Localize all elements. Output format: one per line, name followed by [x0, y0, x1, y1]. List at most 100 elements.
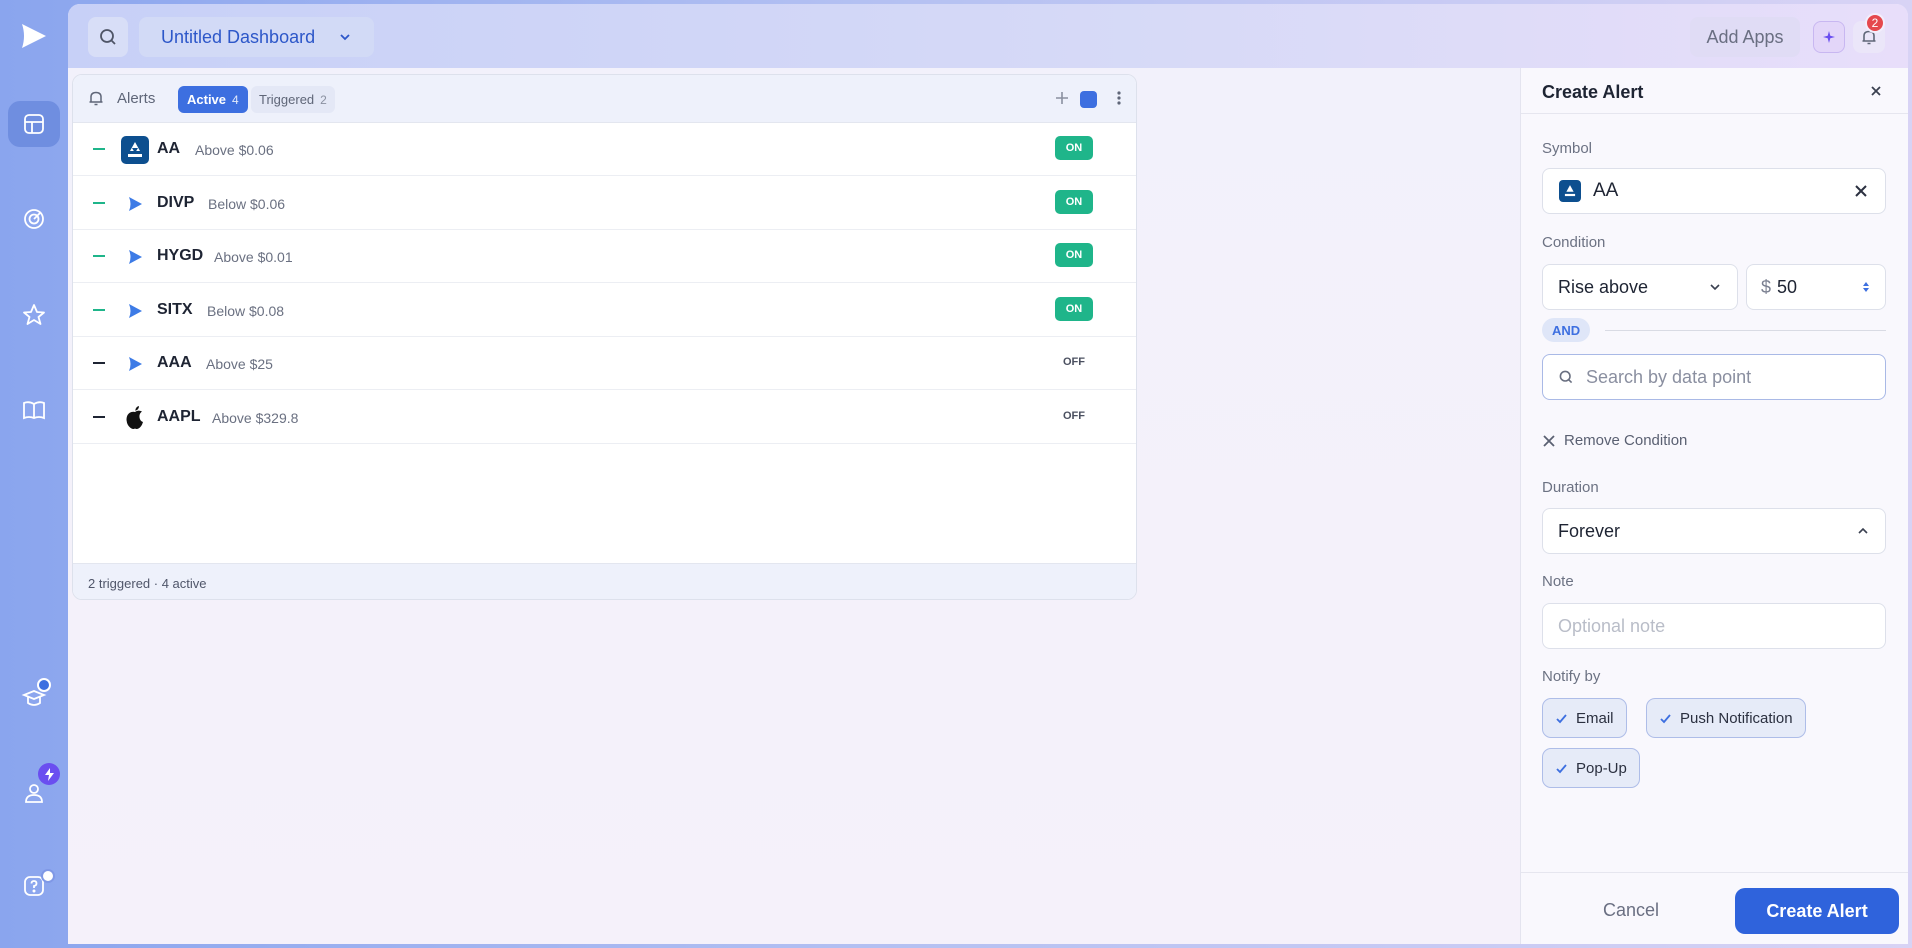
add-alert-icon[interactable] — [1053, 89, 1071, 107]
table-row[interactable]: AAA Above $25 OFF — [73, 337, 1136, 390]
chevron-down-icon — [340, 34, 350, 41]
note-placeholder: Optional note — [1558, 615, 1666, 636]
alerts-title: Alerts — [117, 90, 156, 107]
dashboard-name: Untitled Dashboard — [161, 26, 316, 47]
play-logo-icon — [121, 190, 149, 218]
row-condition: Above $25 — [206, 356, 273, 372]
chip-label: Pop-Up — [1576, 759, 1627, 777]
stepper-icon[interactable] — [1861, 280, 1871, 294]
note-input[interactable]: Optional note — [1542, 603, 1886, 649]
play-logo-icon — [121, 297, 149, 325]
row-symbol: AA — [157, 140, 181, 157]
add-apps-button[interactable]: Add Apps — [1690, 17, 1800, 57]
notify-popup-chip[interactable]: Pop-Up — [1542, 748, 1640, 788]
threshold-input[interactable]: $ 50 — [1746, 264, 1886, 310]
row-symbol: DIVP — [157, 194, 195, 211]
row-condition: Below $0.08 — [207, 303, 285, 319]
status-toggle[interactable]: OFF — [1055, 404, 1093, 428]
search-placeholder: Search by data point — [1586, 366, 1752, 387]
threshold-value: 50 — [1777, 276, 1798, 297]
row-symbol: SITX — [157, 301, 193, 318]
radar-nav-button[interactable] — [8, 196, 60, 242]
status-toggle[interactable]: ON — [1055, 243, 1093, 267]
academy-indicator-dot — [37, 678, 51, 692]
radar-icon — [24, 209, 44, 229]
duration-label: Duration — [1542, 479, 1599, 496]
notify-email-chip[interactable]: Email — [1542, 698, 1627, 738]
check-icon — [1660, 713, 1671, 723]
currency-symbol: $ — [1761, 276, 1772, 297]
row-condition: Above $329.8 — [212, 410, 299, 426]
condition-value: Rise above — [1558, 276, 1649, 297]
tab-count: 4 — [232, 92, 239, 107]
duration-select[interactable]: Forever — [1542, 508, 1886, 554]
app-logo-icon[interactable] — [18, 20, 48, 52]
academy-nav-button[interactable] — [8, 675, 60, 721]
remove-condition-button[interactable]: Remove Condition — [1542, 432, 1687, 449]
create-alert-drawer: Create Alert Symbol AA Condition Rise ab… — [1520, 68, 1908, 944]
bell-icon — [89, 91, 103, 106]
global-search-button[interactable] — [88, 17, 128, 57]
check-icon — [1556, 713, 1567, 723]
color-tag-button[interactable] — [1080, 91, 1097, 108]
chip-label: Email — [1576, 709, 1614, 727]
dashboard-selector[interactable]: Untitled Dashboard — [139, 17, 374, 57]
book-icon — [23, 401, 45, 420]
tab-label: Triggered — [259, 92, 315, 107]
learn-nav-button[interactable] — [8, 387, 60, 433]
tab-active[interactable]: Active 4 — [178, 86, 248, 113]
table-row[interactable]: AA Above $0.06 ON — [73, 123, 1136, 176]
active-indicator — [93, 309, 105, 311]
divider — [1521, 872, 1908, 873]
chip-label: Push Notification — [1680, 709, 1793, 727]
chevron-down-icon — [1710, 284, 1720, 291]
and-operator-badge[interactable]: AND — [1542, 318, 1591, 342]
active-indicator — [93, 148, 105, 150]
table-row[interactable]: AAPL Above $329.8 OFF — [73, 391, 1136, 444]
row-symbol: AAPL — [157, 408, 201, 425]
status-toggle[interactable]: ON — [1055, 190, 1093, 214]
left-rail — [0, 0, 68, 948]
tab-label: Active — [187, 92, 227, 107]
search-icon — [1559, 370, 1573, 384]
help-indicator-dot — [41, 869, 55, 883]
sparkle-icon — [1823, 31, 1835, 43]
clear-symbol-icon[interactable] — [1853, 183, 1869, 199]
alcoa-logo-icon — [1559, 180, 1581, 202]
table-row[interactable]: SITX Below $0.08 ON — [73, 284, 1136, 337]
top-bar: Untitled Dashboard Add Apps 2 — [68, 4, 1908, 68]
alerts-summary: 2 triggered · 4 active — [73, 563, 1136, 599]
row-symbol: HYGD — [157, 247, 204, 264]
create-alert-button[interactable]: Create Alert — [1735, 888, 1899, 934]
ai-assistant-button[interactable] — [1813, 21, 1845, 53]
tab-triggered[interactable]: Triggered 2 — [251, 86, 335, 113]
close-icon[interactable] — [1869, 84, 1883, 98]
status-toggle[interactable]: ON — [1055, 297, 1093, 321]
symbol-value: AA — [1593, 180, 1619, 201]
lightning-badge-icon — [38, 763, 60, 785]
table-row[interactable]: DIVP Below $0.06 ON — [73, 177, 1136, 230]
dashboards-nav-button[interactable] — [8, 101, 60, 147]
active-indicator — [93, 202, 105, 204]
search-icon — [100, 29, 116, 45]
watchlist-nav-button[interactable] — [8, 292, 60, 338]
symbol-field[interactable]: AA — [1542, 168, 1886, 214]
cancel-button[interactable]: Cancel — [1591, 888, 1671, 932]
notify-push-chip[interactable]: Push Notification — [1646, 698, 1806, 738]
status-toggle[interactable]: OFF — [1055, 350, 1093, 374]
user-icon — [25, 784, 43, 803]
play-logo-icon — [121, 243, 149, 271]
apple-logo-icon — [121, 404, 149, 432]
drawer-title: Create Alert — [1542, 82, 1644, 102]
remove-condition-label: Remove Condition — [1564, 432, 1688, 449]
star-icon — [23, 304, 45, 325]
more-options-icon[interactable] — [1109, 88, 1129, 108]
data-point-search-input[interactable]: Search by data point — [1542, 354, 1886, 400]
status-toggle[interactable]: ON — [1055, 136, 1093, 160]
table-row[interactable]: HYGD Above $0.01 ON — [73, 230, 1136, 283]
tab-count: 2 — [320, 92, 327, 107]
symbol-label: Symbol — [1542, 140, 1593, 157]
alerts-header: Alerts Active 4 Triggered 2 — [73, 75, 1136, 123]
condition-select[interactable]: Rise above — [1542, 264, 1738, 310]
chevron-up-icon — [1858, 527, 1868, 534]
